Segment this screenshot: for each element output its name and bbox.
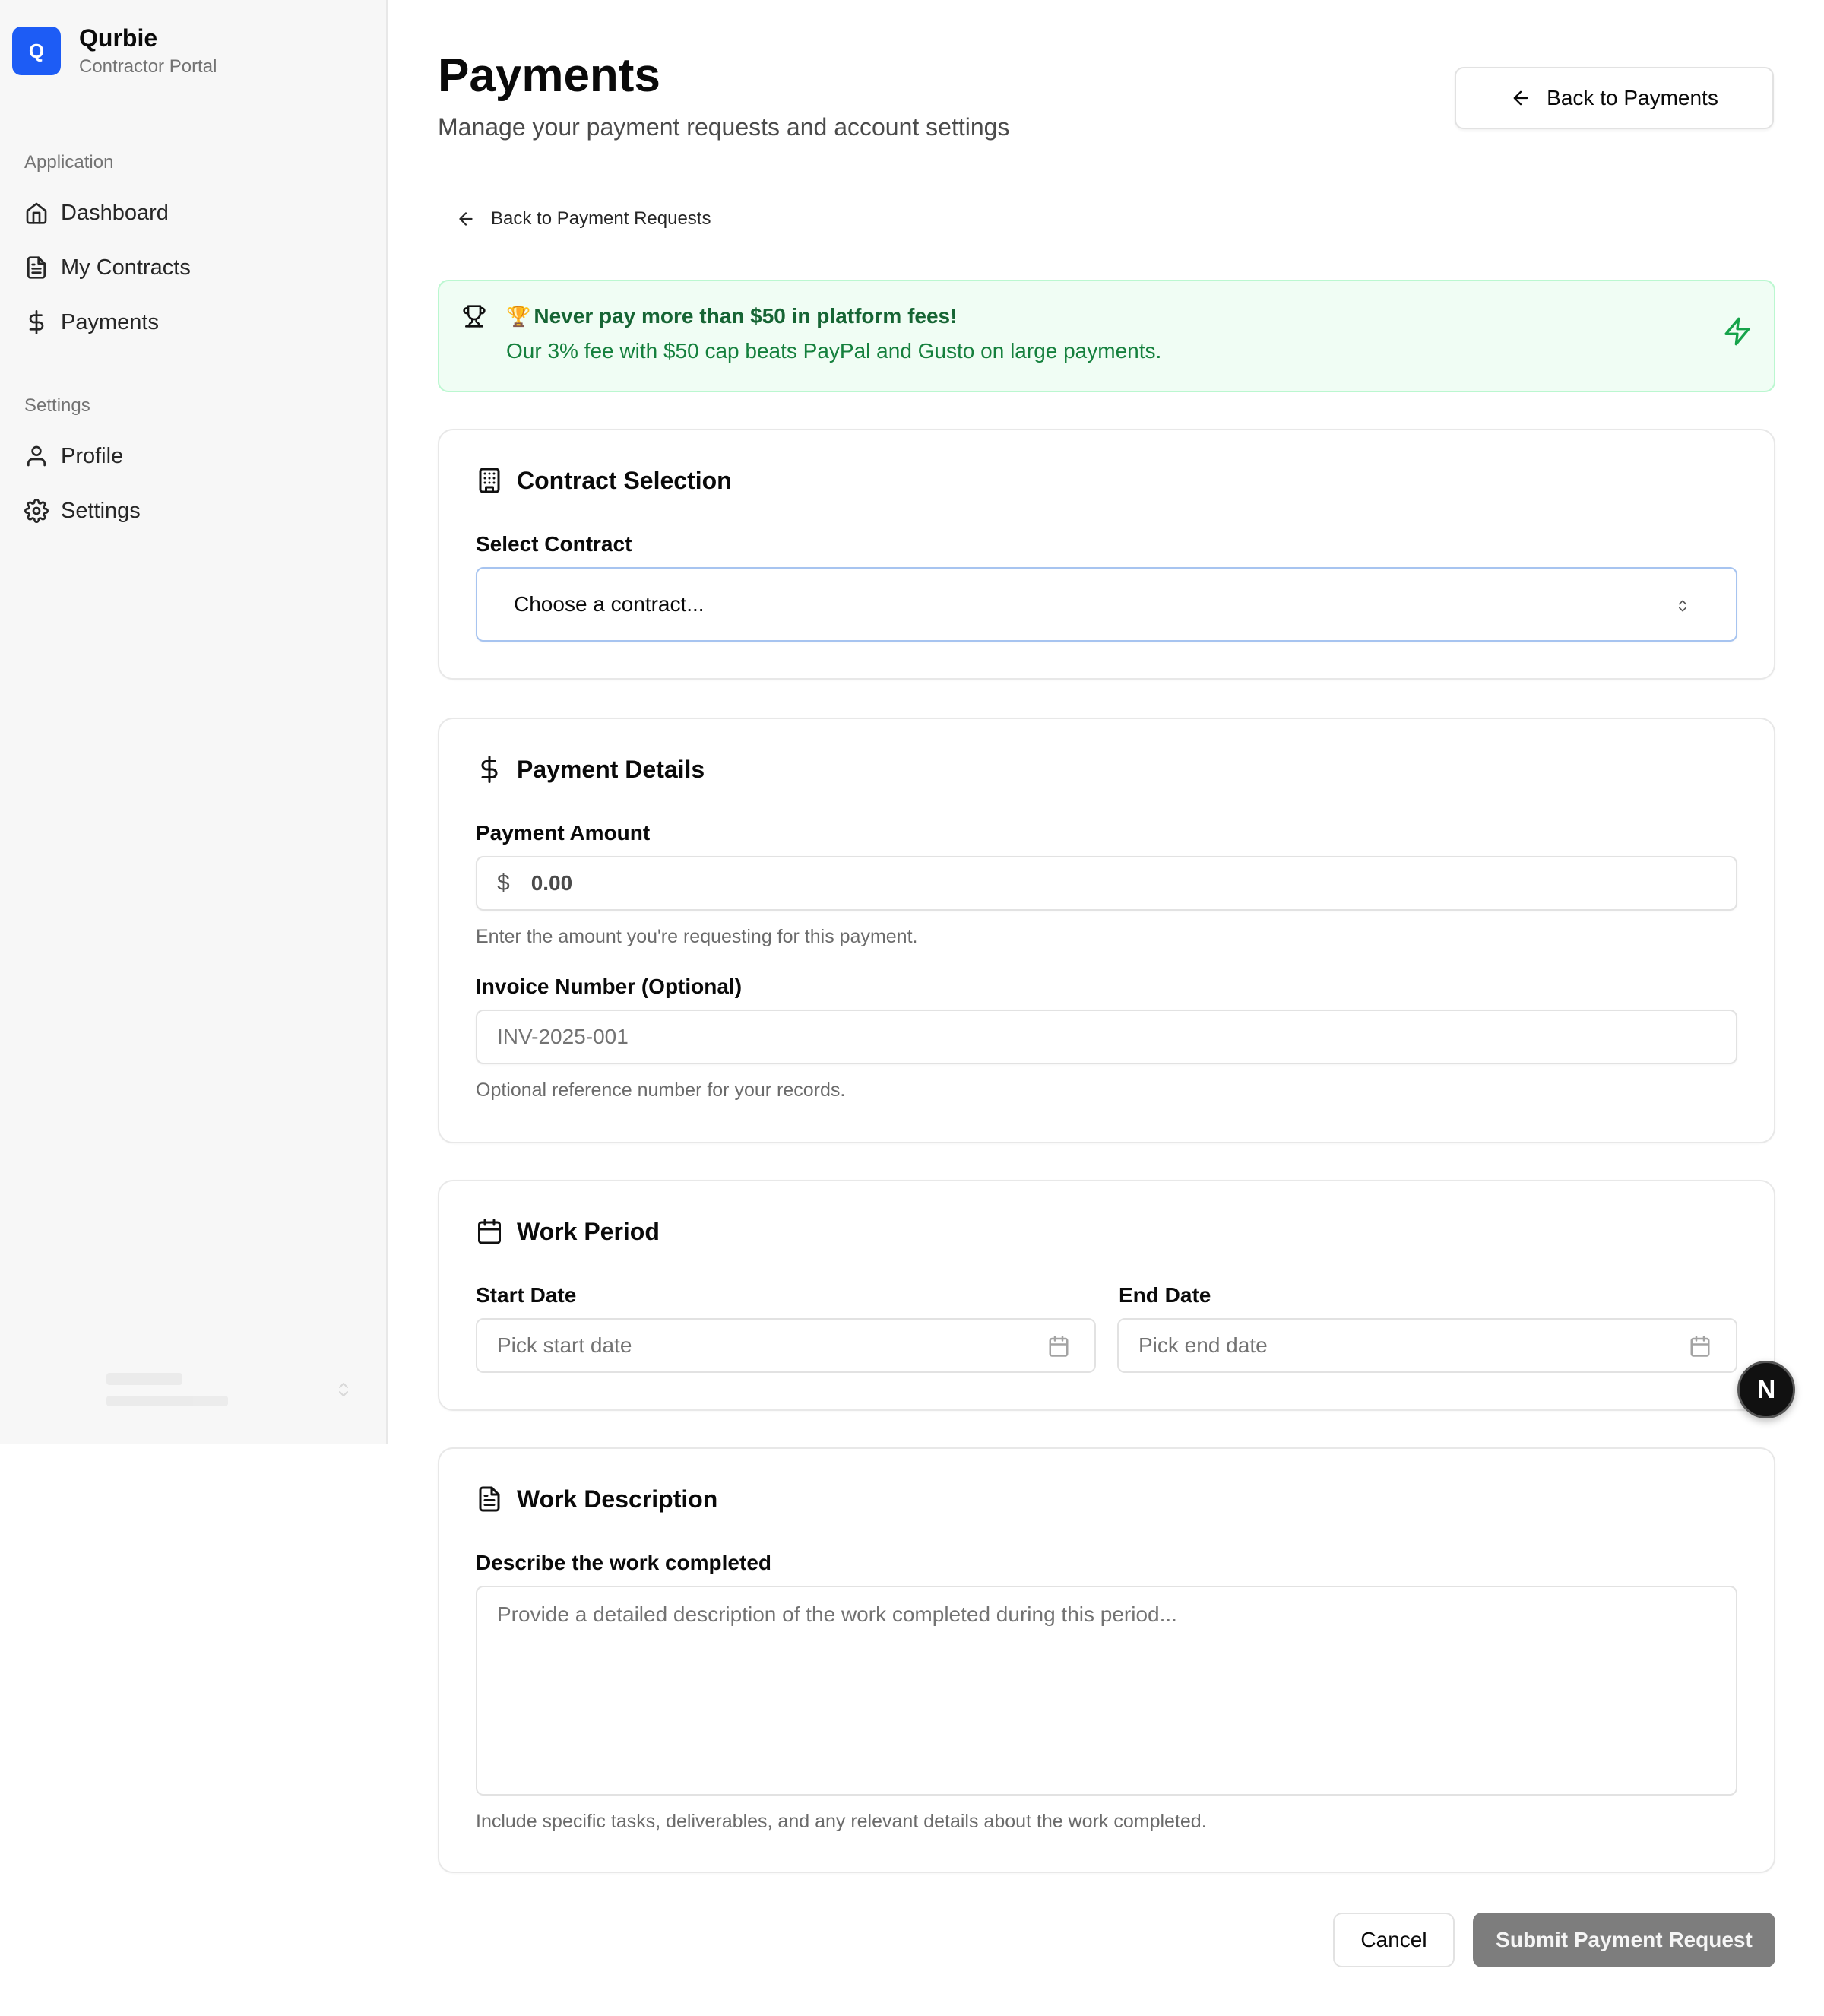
chevrons-up-down-icon [339,1383,348,1396]
sidebar-item-profile[interactable]: Profile [12,432,369,480]
currency-symbol: $ [497,870,510,895]
sidebar-user-menu[interactable] [30,1368,357,1414]
payment-amount-hint: Enter the amount you're requesting for t… [476,926,918,947]
start-date-picker[interactable]: Pick start date [476,1318,1096,1373]
brand-name: Qurbie [79,24,158,52]
contract-select[interactable]: Choose a contract... [476,567,1737,642]
sidebar: Q Qurbie Contractor Portal Application D… [0,0,388,1444]
user-icon [27,445,46,467]
submit-payment-request-button[interactable]: Submit Payment Request [1473,1913,1775,1967]
work-description-label: Describe the work completed [476,1551,772,1574]
payment-amount-input[interactable]: $ 0.00 [476,856,1737,911]
contract-selection-card: Contract Selection Select Contract Choos… [438,429,1775,680]
work-description-placeholder: Provide a detailed description of the wo… [497,1602,1177,1626]
sidebar-item-settings[interactable]: Settings [12,487,369,535]
sidebar-item-label: My Contracts [61,255,191,280]
start-date-label: Start Date [476,1283,577,1307]
promo-title-text: Never pay more than $50 in platform fees… [534,304,958,328]
trophy-icon [463,305,486,328]
invoice-number-label: Invoice Number (Optional) [476,975,743,998]
promo-text: Our 3% fee with $50 cap beats PayPal and… [506,339,1162,363]
trophy-emoji: 🏆 [506,305,531,328]
sidebar-item-my-contracts[interactable]: My Contracts [12,243,369,292]
back-link-label: Back to Payment Requests [491,208,711,229]
brand-logo: Q [12,27,61,75]
invoice-number-input[interactable]: INV-2025-001 [476,1010,1737,1064]
invoice-number-hint: Optional reference number for your recor… [476,1079,846,1101]
nav-group-label-application: Application [24,152,114,173]
brand-subtitle: Contractor Portal [79,56,217,77]
end-date-picker[interactable]: Pick end date [1117,1318,1737,1373]
dollar-icon [481,756,498,783]
card-title: Work Description [517,1485,718,1513]
contract-select-value: Choose a contract... [514,592,705,616]
nav-group-label-settings: Settings [24,395,90,416]
lightning-icon [1724,317,1750,346]
sidebar-item-label: Settings [61,498,141,523]
payment-amount-placeholder: 0.00 [530,871,573,895]
file-text-icon [479,1486,500,1512]
file-text-icon [27,256,46,279]
cancel-button[interactable]: Cancel [1333,1913,1455,1967]
sidebar-item-label: Dashboard [61,200,169,225]
back-to-payment-requests-link[interactable]: Back to Payment Requests [456,204,711,234]
user-name-placeholder [106,1373,182,1385]
dollar-icon [29,310,44,334]
dev-tools-badge[interactable]: N [1737,1361,1795,1418]
brand[interactable]: Q Qurbie Contractor Portal [12,23,217,79]
building-icon [479,468,500,493]
work-period-card: Work Period Start Date End Date Pick sta… [438,1180,1775,1411]
sidebar-item-label: Profile [61,443,124,468]
home-icon [26,202,47,224]
back-to-payments-button[interactable]: Back to Payments [1455,67,1774,129]
promo-title: 🏆 Never pay more than $50 in platform fee… [506,303,957,330]
fee-promo-banner: 🏆 Never pay more than $50 in platform fee… [438,280,1775,392]
end-date-label: End Date [1119,1283,1211,1307]
sidebar-item-payments[interactable]: Payments [12,298,369,347]
invoice-number-placeholder: INV-2025-001 [497,1025,629,1048]
work-description-card: Work Description Describe the work compl… [438,1447,1775,1873]
start-date-placeholder: Pick start date [497,1333,632,1357]
work-description-hint: Include specific tasks, deliverables, an… [476,1811,1207,1832]
user-email-placeholder [106,1396,228,1406]
card-title: Contract Selection [517,466,732,494]
card-title: Payment Details [517,755,705,783]
payment-amount-label: Payment Amount [476,821,651,845]
calendar-icon [1690,1336,1710,1357]
chevrons-up-down-icon [1679,600,1686,612]
back-to-payments-label: Back to Payments [1547,86,1718,109]
calendar-icon [1049,1336,1069,1357]
page-subtitle: Manage your payment requests and account… [438,113,1010,141]
end-date-placeholder: Pick end date [1138,1333,1268,1357]
gear-icon [24,499,49,523]
calendar-icon [478,1219,501,1244]
page-title: Payments [438,49,660,102]
work-description-textarea[interactable]: Provide a detailed description of the wo… [476,1586,1737,1796]
arrow-left-icon [459,212,473,226]
sidebar-item-dashboard[interactable]: Dashboard [12,189,369,237]
sidebar-item-label: Payments [61,309,159,334]
payment-details-card: Payment Details Payment Amount $ 0.00 En… [438,718,1775,1143]
select-contract-label: Select Contract [476,532,632,556]
card-title: Work Period [517,1217,660,1245]
arrow-left-icon [1513,90,1528,106]
